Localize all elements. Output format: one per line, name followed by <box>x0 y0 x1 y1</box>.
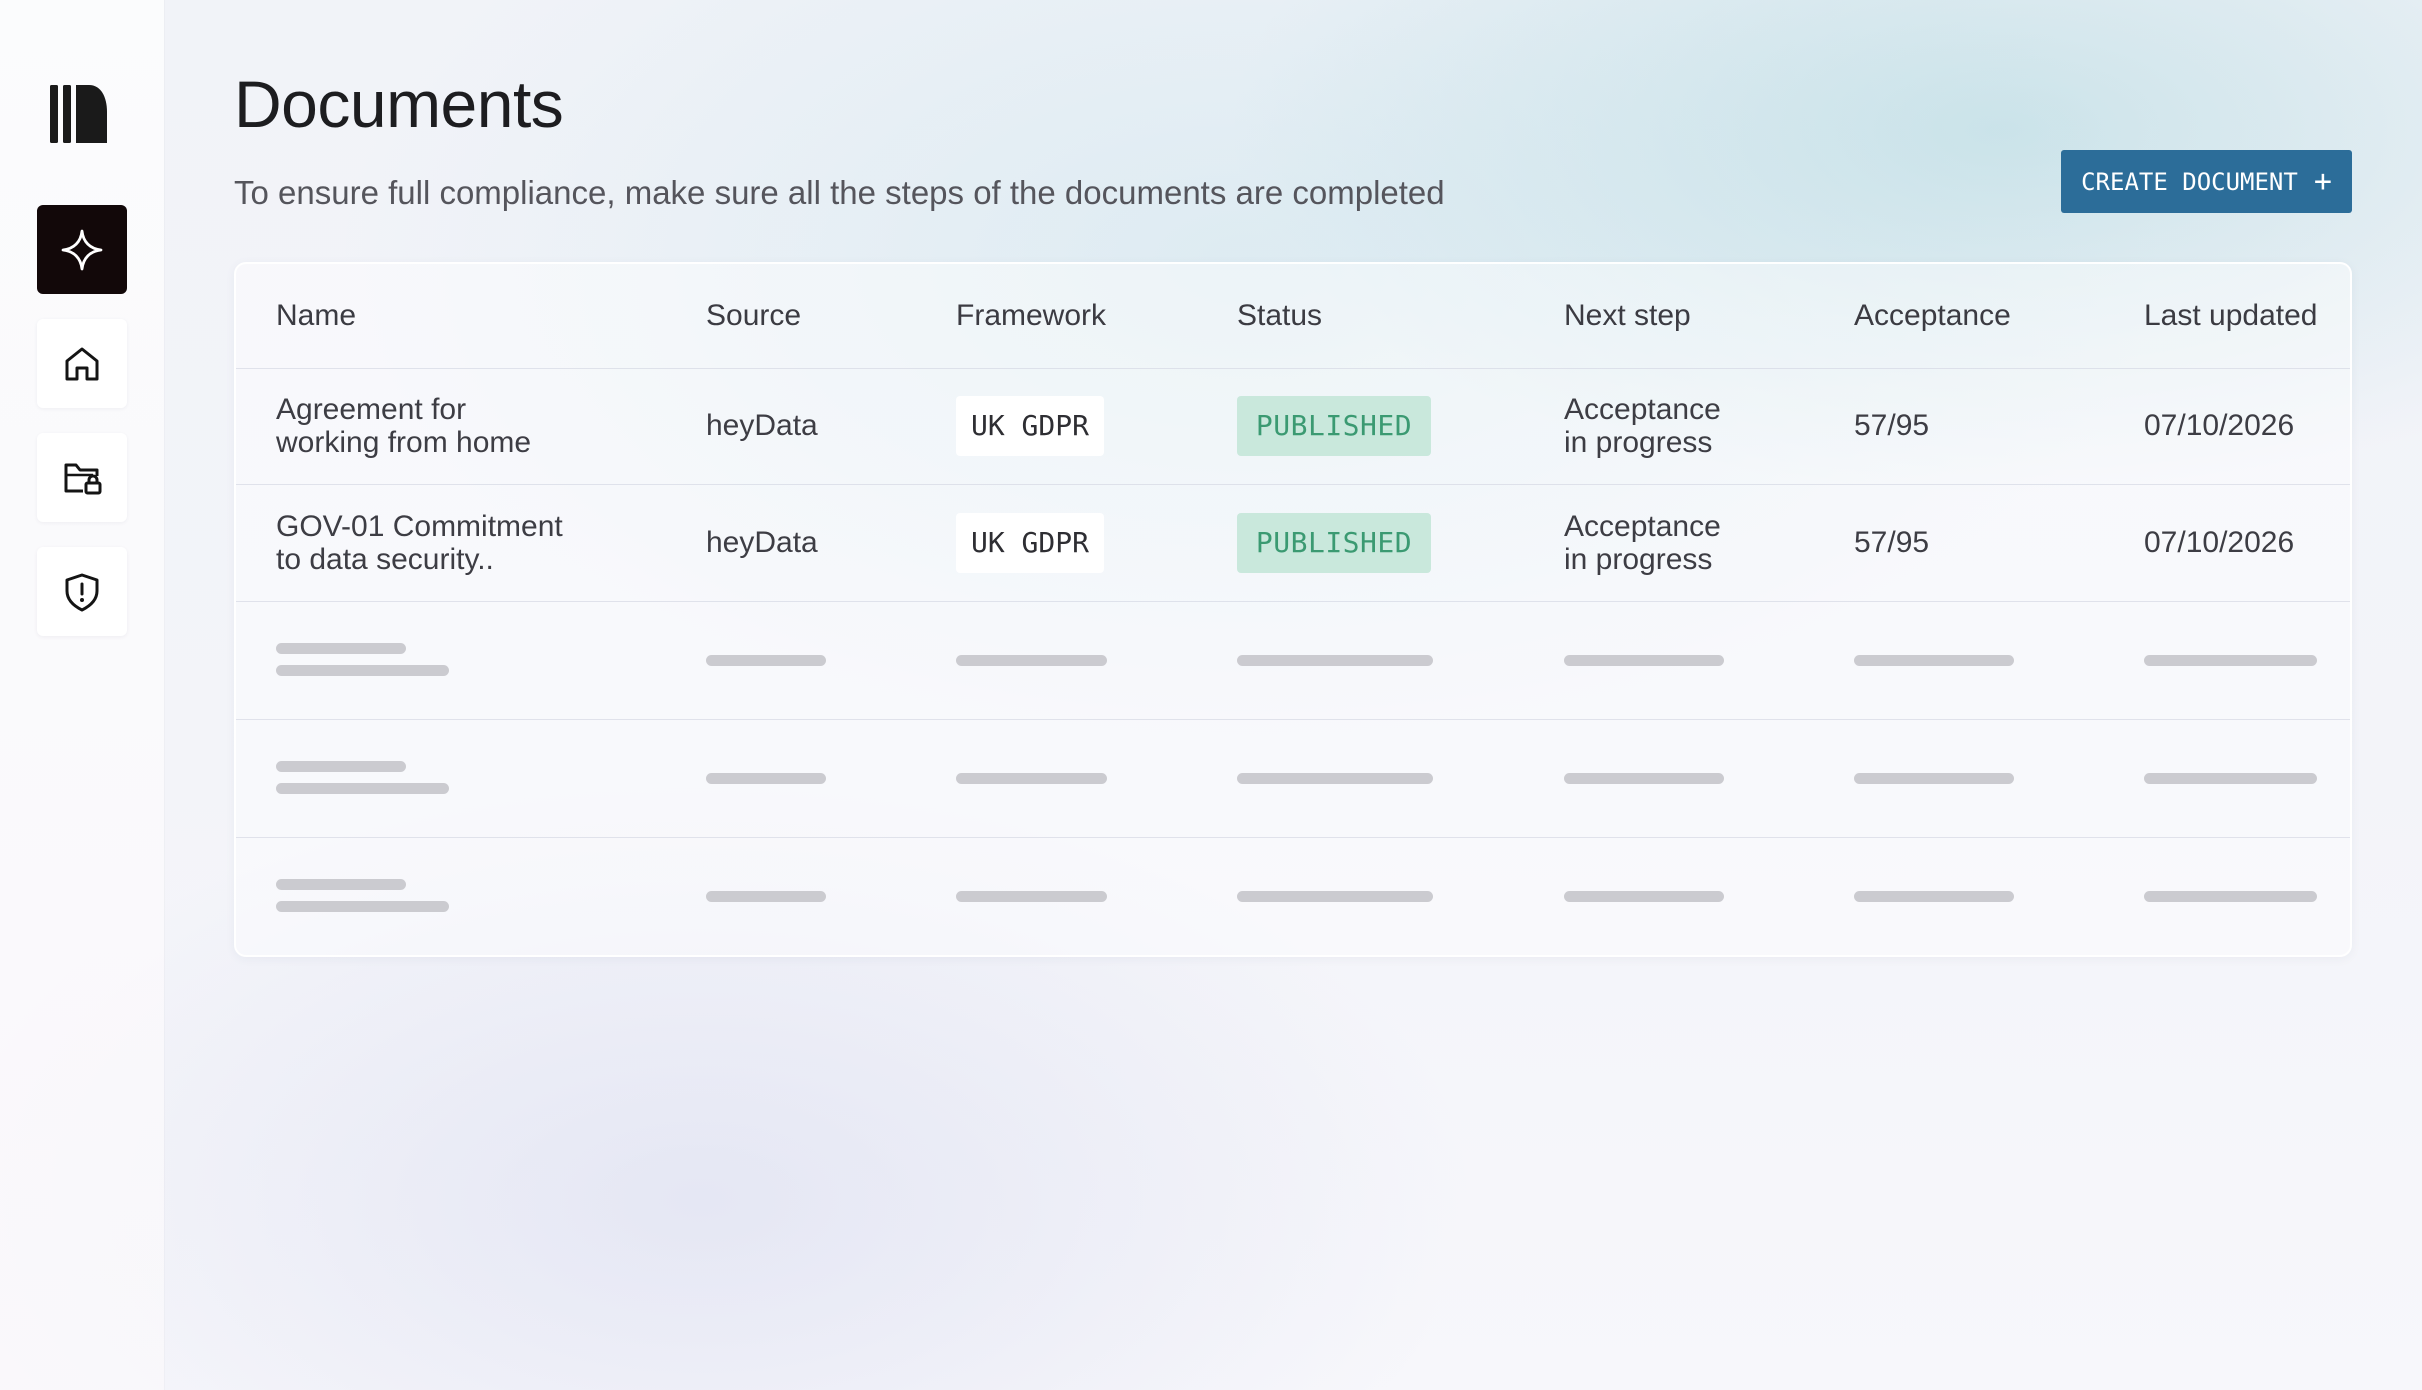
create-document-label: CREATE DOCUMENT <box>2081 167 2298 196</box>
column-header-acceptance[interactable]: Acceptance <box>1854 299 2011 333</box>
skeleton-bar <box>2144 773 2317 784</box>
next-step-line: in progress <box>1564 426 1713 459</box>
status-cell: PUBLISHED <box>1237 512 1431 573</box>
plus-icon: + <box>2313 163 2332 199</box>
sidebar-item-security[interactable] <box>37 547 127 636</box>
table-row[interactable]: GOV-01 Commitment to data security.. hey… <box>236 484 2350 602</box>
framework-cell: UK GDPR <box>956 396 1104 456</box>
skeleton-bar <box>706 891 826 902</box>
app-logo[interactable] <box>50 82 110 146</box>
next-step-line: Acceptance <box>1564 393 1721 426</box>
skeleton-bar <box>276 761 406 772</box>
create-document-button[interactable]: CREATE DOCUMENT + <box>2061 150 2352 213</box>
skeleton-bar <box>1237 655 1433 666</box>
document-name: Agreement for working from home <box>276 393 606 459</box>
table-row[interactable]: Agreement for working from home heyData … <box>236 368 2350 485</box>
skeleton-bar <box>2144 891 2317 902</box>
skeleton-bar <box>1564 891 1724 902</box>
next-step-line: Acceptance <box>1564 509 1721 543</box>
sidebar-item-home[interactable] <box>37 319 127 408</box>
skeleton-bar <box>276 879 406 890</box>
home-icon <box>65 347 99 380</box>
document-source: heyData <box>706 525 818 559</box>
column-header-next-step[interactable]: Next step <box>1564 299 1784 333</box>
table-header-row: Name Source Framework Status Next step A… <box>236 264 2350 369</box>
status-cell: PUBLISHED <box>1237 396 1431 456</box>
acceptance-count: 57/95 <box>1854 525 1930 559</box>
column-header-status[interactable]: Status <box>1237 299 1322 333</box>
skeleton-bar <box>706 655 826 666</box>
shield-alert-icon <box>65 573 99 611</box>
skeleton-bar <box>956 655 1107 666</box>
status-badge: PUBLISHED <box>1237 512 1431 573</box>
last-updated-date: 07/10/2026 <box>2144 409 2295 442</box>
skeleton-bar <box>1854 773 2014 784</box>
framework-badge: UK GDPR <box>956 396 1104 456</box>
folder-lock-icon <box>64 463 102 494</box>
skeleton-bar <box>1237 891 1433 902</box>
column-header-source[interactable]: Source <box>706 299 801 333</box>
acceptance-count: 57/95 <box>1854 409 1930 442</box>
sidebar-item-documents[interactable] <box>37 433 127 522</box>
framework-badge: UK GDPR <box>956 512 1104 573</box>
skeleton-bar <box>1854 891 2014 902</box>
skeleton-bar <box>706 773 826 784</box>
sidebar-item-sparkle[interactable] <box>37 205 127 294</box>
skeleton-bar <box>1564 773 1724 784</box>
next-step-line: in progress <box>1564 542 1713 576</box>
skeleton-bar <box>2144 655 2317 666</box>
document-name: GOV-01 Commitment to data security.. <box>276 510 606 576</box>
column-header-last-updated[interactable]: Last updated <box>2144 299 2317 333</box>
document-name-line: to data security.. <box>276 542 494 576</box>
skeleton-bar <box>956 773 1107 784</box>
document-name-line: Agreement for <box>276 393 467 426</box>
skeleton-bar <box>1854 655 2014 666</box>
skeleton-bar <box>1237 773 1433 784</box>
documents-table: Name Source Framework Status Next step A… <box>234 262 2352 957</box>
next-step: Acceptance in progress <box>1564 510 1784 576</box>
skeleton-bar <box>1564 655 1724 666</box>
skeleton-bar <box>276 643 406 654</box>
framework-cell: UK GDPR <box>956 512 1104 573</box>
skeleton-bar <box>276 665 449 676</box>
skeleton-bar <box>276 783 449 794</box>
document-name-line: working from home <box>276 426 532 459</box>
page-title: Documents <box>234 67 564 141</box>
document-name-line: GOV-01 Commitment <box>276 509 563 543</box>
skeleton-row <box>236 837 2350 955</box>
column-header-name[interactable]: Name <box>276 299 606 333</box>
skeleton-bar <box>956 891 1107 902</box>
column-header-framework[interactable]: Framework <box>956 299 1106 333</box>
skeleton-bar <box>276 901 449 912</box>
status-badge: PUBLISHED <box>1237 396 1431 456</box>
skeleton-row <box>236 601 2350 720</box>
document-source: heyData <box>706 409 818 442</box>
page-subtitle: To ensure full compliance, make sure all… <box>234 174 1445 211</box>
skeleton-row <box>236 719 2350 838</box>
next-step: Acceptance in progress <box>1564 393 1784 459</box>
sparkle-icon <box>61 229 103 270</box>
last-updated-date: 07/10/2026 <box>2144 525 2295 559</box>
sidebar <box>0 0 164 1390</box>
